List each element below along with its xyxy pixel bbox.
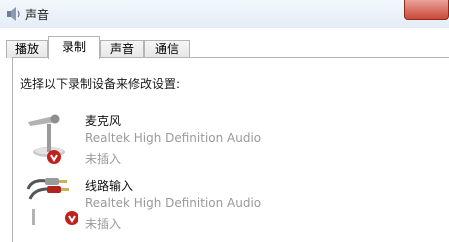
- window-title: 声音: [25, 8, 50, 22]
- tab-strip: 播放 录制 声音 通信: [0, 28, 449, 59]
- tab-recording-label: 录制: [61, 40, 86, 54]
- device-status: 未插入: [85, 152, 122, 166]
- microphone-icon: [28, 114, 65, 164]
- line-in-cable-icon: [26, 178, 78, 225]
- recording-prompt: 选择以下录制设备来修改设置:: [20, 77, 181, 91]
- title-bar: 声音: [0, 0, 449, 28]
- device-item-line-in[interactable]: 线路输入 Realtek High Definition Audio 未插入: [18, 175, 438, 237]
- speaker-icon: [7, 7, 20, 21]
- close-button[interactable]: [404, 0, 449, 20]
- tab-playback-label: 播放: [14, 42, 39, 56]
- tab-communications-label: 通信: [154, 42, 179, 56]
- tab-playback[interactable]: 播放: [6, 40, 48, 58]
- device-item-microphone[interactable]: 麦克风 Realtek High Definition Audio 未插入: [18, 110, 438, 172]
- device-name: 麦克风: [85, 114, 122, 128]
- device-driver: Realtek High Definition Audio: [85, 196, 262, 210]
- device-status: 未插入: [85, 217, 122, 231]
- tab-sounds[interactable]: 声音: [100, 40, 144, 58]
- device-driver: Realtek High Definition Audio: [85, 131, 262, 145]
- tab-communications[interactable]: 通信: [144, 40, 190, 58]
- unplugged-badge-icon: [65, 211, 78, 225]
- device-name: 线路输入: [85, 179, 134, 193]
- tab-recording[interactable]: 录制: [48, 36, 100, 59]
- tab-sounds-label: 声音: [109, 42, 134, 56]
